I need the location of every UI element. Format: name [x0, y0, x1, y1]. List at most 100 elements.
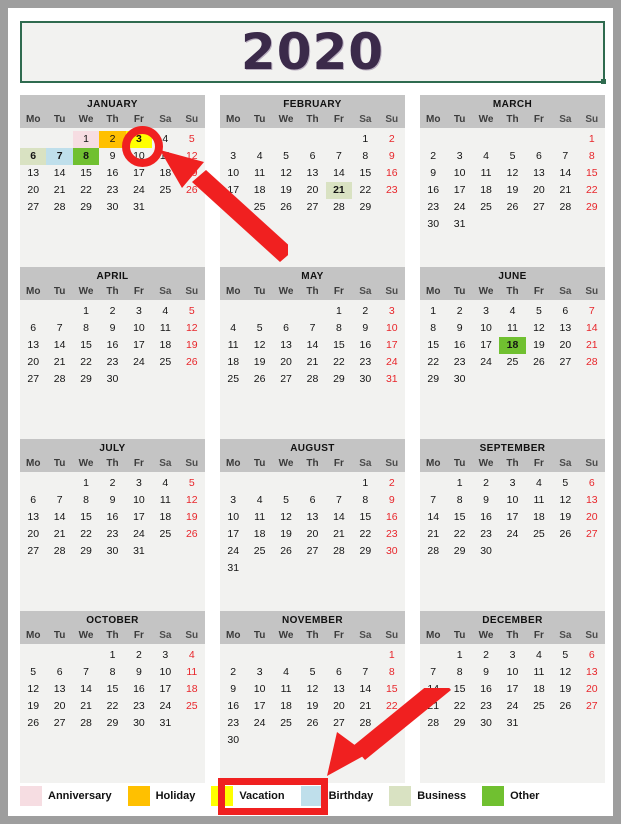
day-cell[interactable]: 25 — [473, 199, 499, 216]
day-cell[interactable]: 9 — [220, 681, 246, 698]
day-cell[interactable]: 8 — [446, 664, 472, 681]
day-cell[interactable]: 18 — [179, 681, 205, 698]
day-cell[interactable]: 13 — [20, 509, 46, 526]
day-cell[interactable]: 4 — [152, 475, 178, 492]
day-cell[interactable]: 6 — [326, 664, 352, 681]
day-cell[interactable]: 11 — [152, 148, 178, 165]
day-cell[interactable]: 22 — [420, 354, 446, 371]
day-cell[interactable]: 4 — [220, 320, 246, 337]
day-cell[interactable]: 18 — [152, 509, 178, 526]
day-cell[interactable]: 1 — [73, 303, 99, 320]
day-cell[interactable]: 11 — [246, 165, 272, 182]
day-cell[interactable]: 27 — [579, 698, 605, 715]
day-cell[interactable]: 5 — [552, 647, 578, 664]
day-cell[interactable]: 21 — [420, 698, 446, 715]
day-cell[interactable]: 20 — [552, 337, 578, 354]
day-cell[interactable]: 24 — [220, 199, 246, 216]
day-cell[interactable]: 22 — [73, 354, 99, 371]
day-cell[interactable]: 17 — [379, 337, 405, 354]
legend-item-business[interactable]: Business — [389, 786, 466, 806]
day-cell[interactable]: 13 — [579, 492, 605, 509]
day-cell[interactable]: 10 — [246, 681, 272, 698]
day-cell[interactable]: 23 — [420, 199, 446, 216]
day-cell[interactable]: 10 — [126, 492, 152, 509]
day-cell[interactable]: 21 — [46, 354, 72, 371]
day-cell[interactable]: 5 — [273, 148, 299, 165]
day-cell[interactable]: 4 — [526, 475, 552, 492]
day-cell[interactable]: 21 — [73, 698, 99, 715]
day-cell[interactable]: 30 — [352, 371, 378, 388]
day-cell[interactable]: 24 — [499, 526, 525, 543]
day-cell[interactable]: 4 — [273, 664, 299, 681]
day-cell[interactable]: 17 — [126, 337, 152, 354]
day-cell[interactable]: 13 — [552, 320, 578, 337]
day-cell[interactable]: 24 — [246, 715, 272, 732]
legend-item-anniversary[interactable]: Anniversary — [20, 786, 112, 806]
day-cell[interactable]: 19 — [273, 526, 299, 543]
day-cell[interactable]: 26 — [273, 543, 299, 560]
day-cell[interactable]: 13 — [299, 509, 325, 526]
day-cell[interactable]: 21 — [325, 182, 353, 199]
day-cell[interactable]: 23 — [473, 698, 499, 715]
day-cell[interactable]: 26 — [179, 526, 205, 543]
day-cell[interactable]: 12 — [552, 664, 578, 681]
day-cell[interactable]: 14 — [299, 337, 325, 354]
day-cell[interactable]: 21 — [352, 698, 378, 715]
day-cell[interactable]: 25 — [526, 526, 552, 543]
day-cell[interactable]: 12 — [179, 148, 205, 165]
day-cell[interactable]: 29 — [446, 543, 472, 560]
day-cell[interactable]: 15 — [326, 337, 352, 354]
day-cell[interactable]: 1 — [73, 475, 99, 492]
day-cell[interactable]: 7 — [326, 492, 352, 509]
day-cell[interactable]: 10 — [126, 148, 152, 165]
day-cell[interactable]: 29 — [352, 199, 378, 216]
day-cell[interactable]: 2 — [126, 647, 152, 664]
day-cell[interactable]: 15 — [420, 337, 446, 354]
day-cell[interactable]: 17 — [220, 182, 246, 199]
day-cell[interactable]: 30 — [473, 543, 499, 560]
day-cell[interactable]: 8 — [72, 148, 100, 165]
day-cell[interactable]: 6 — [20, 148, 47, 165]
day-cell[interactable]: 10 — [499, 492, 525, 509]
day-cell[interactable]: 25 — [179, 698, 205, 715]
day-cell[interactable]: 28 — [326, 543, 352, 560]
day-cell[interactable]: 5 — [179, 303, 205, 320]
day-cell[interactable]: 9 — [126, 664, 152, 681]
day-cell[interactable]: 14 — [73, 681, 99, 698]
legend-item-holiday[interactable]: Holiday — [127, 786, 195, 806]
day-cell[interactable]: 17 — [220, 526, 246, 543]
day-cell[interactable]: 28 — [326, 199, 352, 216]
day-cell[interactable]: 14 — [420, 681, 446, 698]
day-cell[interactable]: 21 — [420, 526, 446, 543]
day-cell[interactable]: 24 — [220, 543, 246, 560]
day-cell[interactable]: 19 — [273, 182, 299, 199]
day-cell[interactable]: 21 — [552, 182, 578, 199]
day-cell[interactable]: 28 — [73, 715, 99, 732]
year-title-box[interactable]: 2020 — [20, 21, 606, 84]
day-cell[interactable]: 5 — [526, 303, 552, 320]
day-cell[interactable]: 15 — [579, 165, 605, 182]
day-cell[interactable]: 20 — [46, 698, 72, 715]
day-cell[interactable]: 21 — [326, 526, 352, 543]
day-cell[interactable]: 2 — [352, 303, 378, 320]
day-cell[interactable]: 27 — [20, 543, 46, 560]
day-cell[interactable]: 28 — [46, 543, 72, 560]
day-cell[interactable]: 10 — [446, 165, 472, 182]
day-cell[interactable]: 30 — [99, 199, 125, 216]
day-cell[interactable]: 27 — [526, 199, 552, 216]
day-cell[interactable]: 20 — [20, 526, 46, 543]
day-cell[interactable]: 12 — [499, 165, 525, 182]
day-cell[interactable]: 11 — [220, 337, 246, 354]
day-cell[interactable]: 25 — [152, 526, 178, 543]
day-cell[interactable]: 9 — [379, 148, 405, 165]
day-cell[interactable]: 13 — [526, 165, 552, 182]
day-cell[interactable]: 12 — [246, 337, 272, 354]
day-cell[interactable]: 8 — [352, 492, 378, 509]
day-cell[interactable]: 4 — [179, 647, 205, 664]
legend-item-vacation[interactable]: Vacation — [211, 786, 285, 806]
day-cell[interactable]: 25 — [526, 698, 552, 715]
day-cell[interactable]: 27 — [46, 715, 72, 732]
day-cell[interactable]: 5 — [299, 664, 325, 681]
day-cell[interactable]: 3 — [446, 148, 472, 165]
day-cell[interactable]: 29 — [326, 371, 352, 388]
